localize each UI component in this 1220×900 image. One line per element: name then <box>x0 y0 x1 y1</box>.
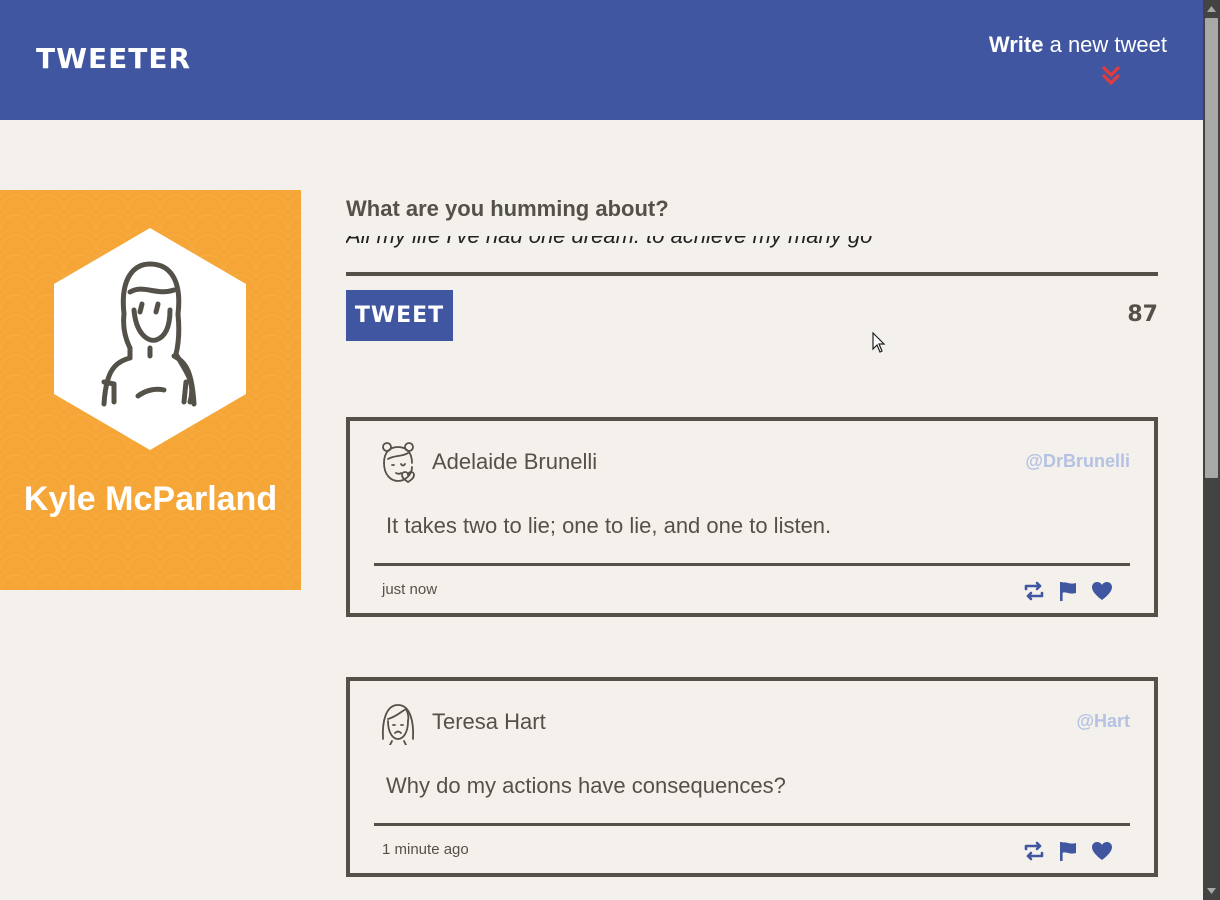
compose-toggle-bold: Write <box>988 32 1044 57</box>
profile-avatar <box>54 228 246 450</box>
compose-label: What are you humming about? <box>346 196 669 221</box>
mouse-cursor-icon <box>872 332 886 353</box>
tweet-text: Why do my actions have consequences? <box>386 773 786 798</box>
user-avatar-icon <box>382 442 415 484</box>
retweet-icon[interactable] <box>1022 579 1046 603</box>
tweet-author-handle: @DrBrunelli <box>1025 451 1130 471</box>
page-scrollbar[interactable] <box>1203 0 1220 900</box>
compose-toggle-text: a new tweet <box>1043 32 1167 57</box>
tweet-card: Adelaide Brunelli @DrBrunelli It takes t… <box>346 417 1158 617</box>
tweet-submit-button[interactable]: TWEET <box>346 290 453 341</box>
profile-name: Kyle McParland <box>23 480 278 518</box>
compose-actions: TWEET 87 <box>346 276 1158 356</box>
compose-form: What are you humming about? TWEET 87 <box>346 190 1158 356</box>
tweet-actions <box>1022 839 1114 863</box>
heart-icon[interactable] <box>1090 839 1114 863</box>
write-new-tweet-toggle[interactable]: Write a new tweet <box>967 32 1167 58</box>
flag-icon[interactable] <box>1056 839 1080 863</box>
brand-logo[interactable]: TWEETER <box>36 42 191 75</box>
double-chevron-down-icon[interactable] <box>1099 64 1123 88</box>
scrollbar-thumb[interactable] <box>1205 18 1218 478</box>
tweet-card: Teresa Hart @Hart Why do my actions have… <box>346 677 1158 877</box>
retweet-icon[interactable] <box>1022 839 1046 863</box>
scroll-up-icon[interactable] <box>1206 4 1217 14</box>
tweet-divider <box>374 823 1130 826</box>
character-counter: 87 <box>1127 302 1158 327</box>
heart-icon[interactable] <box>1090 579 1114 603</box>
profile-card: Kyle McParland <box>0 190 301 590</box>
tweet-timestamp: 1 minute ago <box>382 841 469 858</box>
tweet-header: Adelaide Brunelli @DrBrunelli <box>378 441 1130 485</box>
tweet-text-input[interactable] <box>346 236 1158 276</box>
tweet-text: It takes two to lie; one to lie, and one… <box>386 513 832 538</box>
top-navbar: TWEETER Write a new tweet <box>0 0 1203 120</box>
flag-icon[interactable] <box>1056 579 1080 603</box>
tweet-author-name: Adelaide Brunelli <box>432 449 598 474</box>
tweet-author-name: Teresa Hart <box>432 709 546 734</box>
scroll-down-icon[interactable] <box>1206 886 1217 896</box>
tweet-divider <box>374 563 1130 566</box>
tweet-header: Teresa Hart @Hart <box>378 701 1130 745</box>
tweet-author-handle: @Hart <box>1076 711 1130 731</box>
user-avatar-icon <box>381 704 415 745</box>
tweet-timestamp: just now <box>382 581 438 598</box>
tweet-actions <box>1022 579 1114 603</box>
